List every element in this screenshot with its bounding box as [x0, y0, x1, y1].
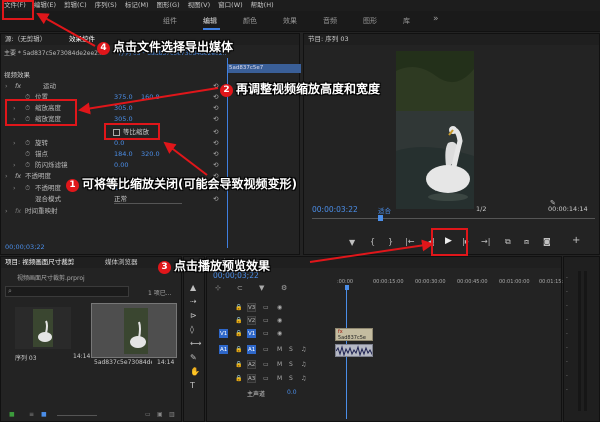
arrow-uniform-scale: [163, 141, 208, 176]
annotation-4: 4 点击文件选择导出媒体: [97, 38, 233, 55]
annotation-2: 2 再调整视频缩放高度和宽度: [220, 80, 380, 97]
annotation-arrows: [36, 13, 434, 263]
arrow-file-menu: [36, 13, 96, 47]
annotation-3: 3 点击播放预览效果: [158, 257, 270, 274]
arrow-scale-rows: [78, 87, 219, 115]
arrow-play-button: [309, 239, 434, 263]
annotation-1: 1 可将等比缩放关闭(可能会导致视频变形): [66, 175, 297, 192]
